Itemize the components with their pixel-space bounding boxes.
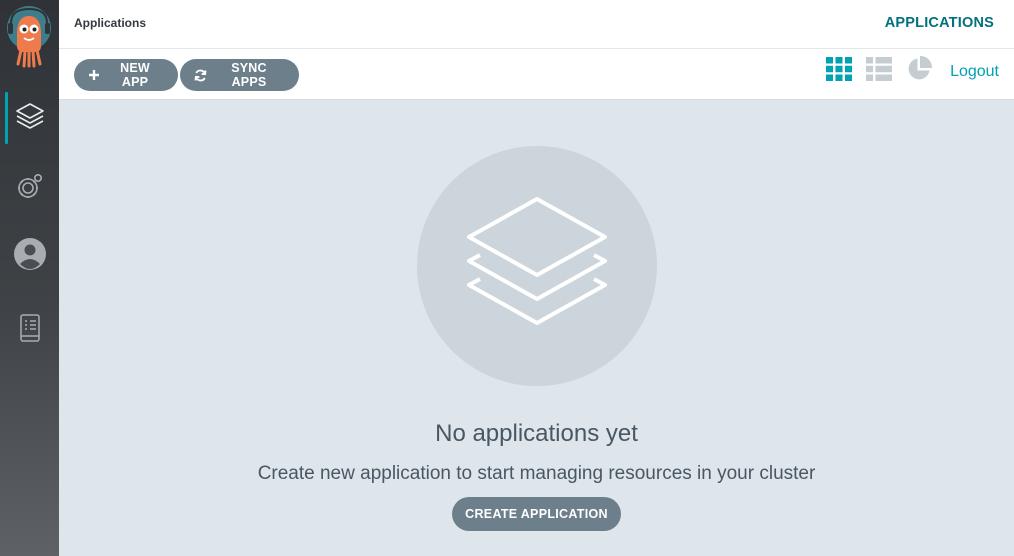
list-view-button[interactable]: [866, 56, 892, 86]
new-app-label: NEW APP: [120, 61, 150, 89]
sync-apps-label: SYNC APPS: [231, 61, 267, 89]
sidebar-item-applications[interactable]: [0, 92, 59, 144]
sidebar-item-user-info[interactable]: [0, 230, 59, 282]
sidebar: [0, 0, 59, 556]
argo-logo-icon[interactable]: [5, 6, 53, 68]
sync-icon: [194, 69, 207, 82]
layers-icon: [462, 191, 612, 342]
gear-icon: [15, 171, 45, 206]
tiles-view-button[interactable]: [826, 56, 852, 86]
list-view-icon: [866, 56, 892, 86]
user-icon: [13, 237, 47, 276]
plus-icon: [88, 69, 100, 81]
sync-apps-button[interactable]: SYNC APPS: [180, 59, 299, 91]
docs-icon: [17, 312, 43, 349]
create-application-button[interactable]: CREATE APPLICATION: [452, 497, 621, 531]
page-title: APPLICATIONS: [884, 15, 994, 31]
empty-state-title: No applications yet: [435, 420, 638, 447]
empty-state-illustration: [417, 146, 657, 386]
empty-state-subtitle: Create new application to start managing…: [257, 463, 816, 484]
layers-icon: [14, 100, 46, 137]
logout-link[interactable]: Logout: [950, 63, 999, 81]
tiles-view-icon: [826, 56, 852, 86]
top-bar: Applications APPLICATIONS: [59, 0, 1014, 49]
sidebar-item-settings[interactable]: [0, 162, 59, 214]
sidebar-item-documentation[interactable]: [0, 304, 59, 356]
toolbar: NEW APP SYNC APPS Logout: [59, 49, 1014, 100]
new-app-button[interactable]: NEW APP: [74, 59, 178, 91]
summary-view-icon: [906, 55, 933, 87]
breadcrumb[interactable]: Applications: [74, 16, 146, 30]
summary-view-button[interactable]: [906, 55, 933, 83]
